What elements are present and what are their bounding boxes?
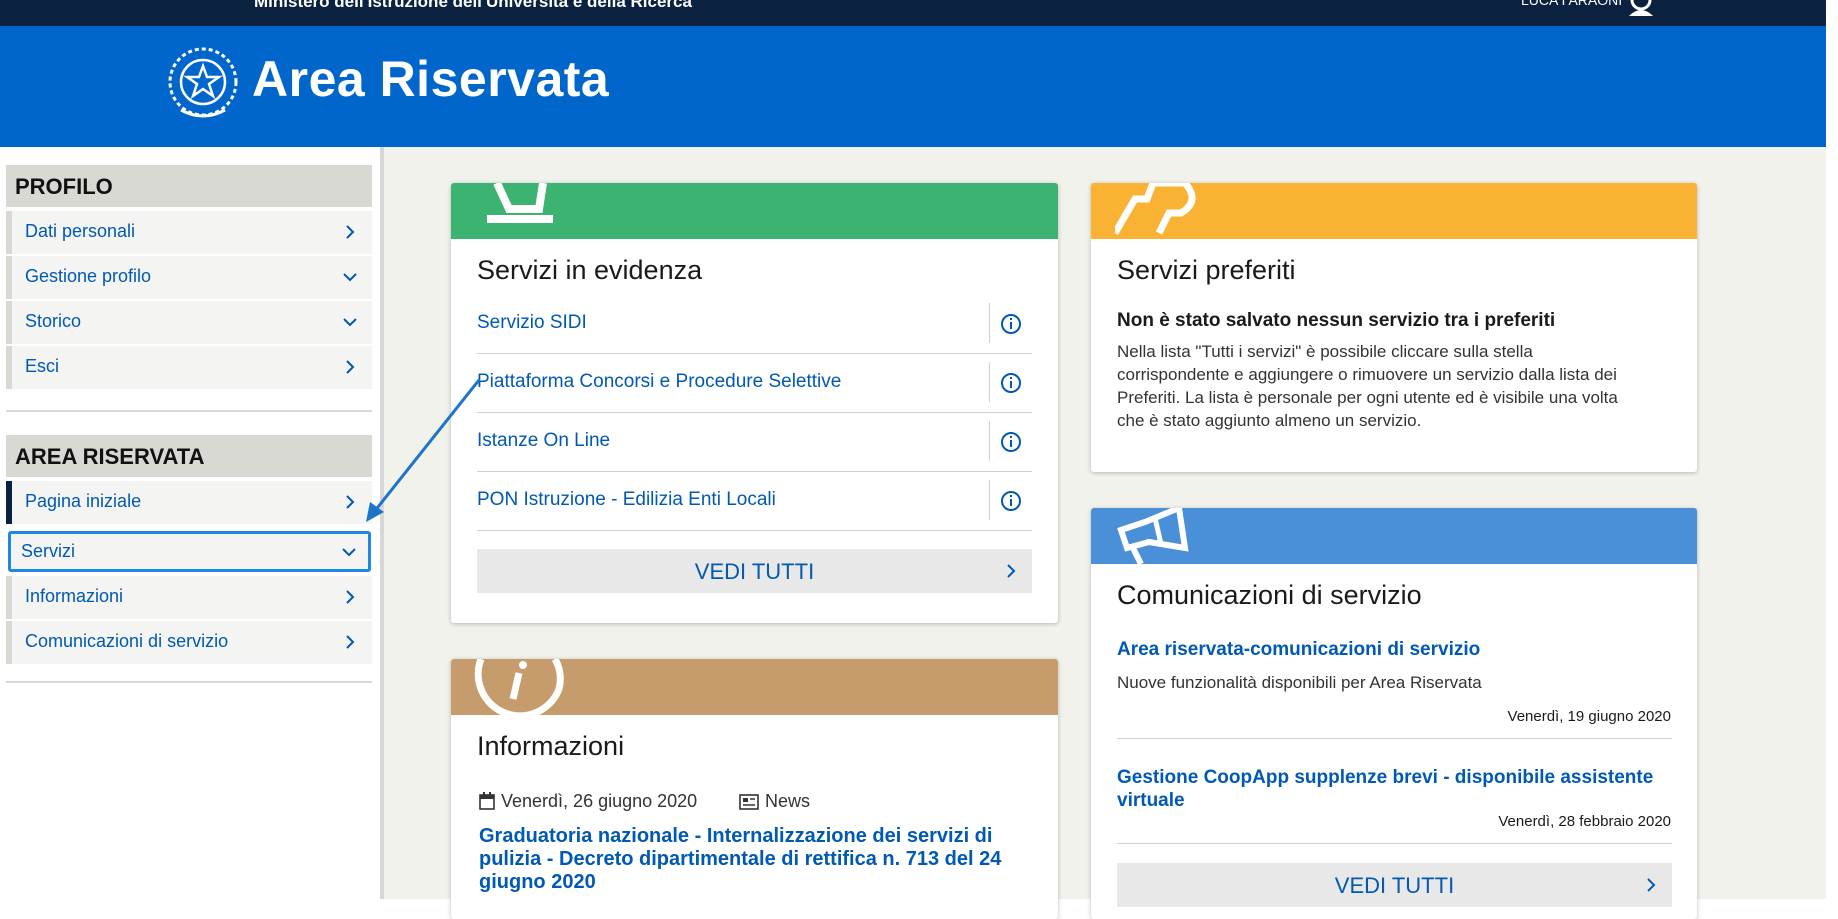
sidebar: PROFILO Dati personali Gestione profilo … (0, 147, 380, 899)
service-item-sidi[interactable]: Servizio SIDI (477, 295, 1032, 354)
news-category: News (739, 791, 810, 812)
chevron-right-icon (346, 225, 355, 239)
sidebar-item-pagina-iniziale[interactable]: Pagina iniziale (6, 481, 372, 524)
communication-divider (1117, 843, 1672, 844)
card-title: Comunicazioni di servizio (1117, 580, 1422, 610)
chevron-down-icon (342, 548, 356, 557)
separator (989, 362, 990, 402)
info-icon[interactable] (1000, 431, 1022, 453)
chevron-right-icon (1647, 878, 1656, 892)
top-bar: Ministero dell'Istruzione dell'Universit… (0, 0, 1826, 26)
calendar-icon (479, 792, 495, 810)
communication-divider (1117, 738, 1672, 739)
empty-favorites-text: Nella lista "Tutti i servizi" è possibil… (1117, 342, 1618, 430)
chevron-right-icon (346, 590, 355, 604)
communication-date: Venerdì, 28 febbraio 2020 (1498, 813, 1671, 830)
page-title: Area Riservata (252, 51, 610, 107)
newspaper-icon (739, 794, 759, 810)
card-band (451, 659, 1058, 715)
sidebar-item-informazioni[interactable]: Informazioni (6, 576, 372, 619)
card-comunicazioni-di-servizio: Comunicazioni di servizio Area riservata… (1091, 508, 1697, 919)
sidebar-divider (6, 681, 372, 683)
sidebar-item-label: Esci (25, 356, 60, 376)
card-band (1091, 508, 1697, 564)
button-label: VEDI TUTTI (694, 559, 815, 584)
sidebar-item-label: Pagina iniziale (25, 491, 142, 511)
sidebar-item-label: Storico (25, 311, 82, 331)
communication-desc: Nuove funzionalità disponibili per Area … (1117, 673, 1482, 692)
service-item-concorsi[interactable]: Piattaforma Concorsi e Procedure Seletti… (477, 354, 1032, 413)
service-item-pon[interactable]: PON Istruzione - Edilizia Enti Locali (477, 472, 1032, 531)
sidebar-heading-label: PROFILO (15, 174, 113, 199)
window-edge (1826, 0, 1838, 899)
card-band (1091, 183, 1697, 239)
news-link[interactable]: Graduatoria nazionale - Internalizzazion… (479, 825, 1039, 894)
sidebar-heading-label: AREA RISERVATA (15, 444, 205, 469)
chevron-right-icon (346, 360, 355, 374)
thumbs-up-icon (1115, 183, 1196, 235)
info-circle-icon (474, 659, 564, 715)
ministry-name: Ministero dell'Istruzione dell'Universit… (254, 0, 692, 11)
sidebar-item-comunicazioni[interactable]: Comunicazioni di servizio (6, 621, 372, 664)
card-title: Servizi preferiti (1117, 255, 1296, 285)
card-title: Servizi in evidenza (477, 255, 703, 285)
communication-link[interactable]: Area riservata-comunicazioni di servizio (1117, 638, 1667, 661)
sidebar-item-gestione-profilo[interactable]: Gestione profilo (6, 256, 372, 299)
card-servizi-in-evidenza: Servizi in evidenza Servizio SIDI Piatta… (451, 183, 1058, 623)
sidebar-item-servizi[interactable]: Servizi (8, 531, 371, 572)
news-date: Venerdì, 26 giugno 2020 (479, 791, 697, 812)
category-label: News (765, 791, 811, 811)
communication-link[interactable]: Gestione CoopApp supplenze brevi - dispo… (1117, 766, 1667, 812)
megaphone-icon (1117, 508, 1189, 564)
separator (989, 480, 990, 520)
sidebar-item-dati-personali[interactable]: Dati personali (6, 211, 372, 254)
info-icon[interactable] (1000, 372, 1022, 394)
date-label: Venerdì, 26 giugno 2020 (501, 791, 698, 811)
chevron-right-icon (346, 495, 355, 509)
sidebar-item-esci[interactable]: Esci (6, 346, 372, 389)
separator (989, 303, 990, 343)
user-name[interactable]: LUCA I ARAONI (1521, 0, 1622, 8)
empty-favorites-title: Non è stato salvato nessun servizio tra … (1117, 310, 1556, 331)
vedi-tutti-button[interactable]: VEDI TUTTI (477, 549, 1032, 593)
service-item-istanze[interactable]: Istanze On Line (477, 413, 1032, 472)
sidebar-item-label: Gestione profilo (25, 266, 152, 286)
chevron-right-icon (1007, 564, 1016, 578)
sidebar-heading-profilo: PROFILO (6, 165, 372, 207)
sidebar-item-label: Comunicazioni di servizio (25, 631, 229, 651)
sidebar-heading-area-riservata: AREA RISERVATA (6, 435, 372, 477)
info-icon[interactable] (1000, 313, 1022, 335)
italian-republic-emblem[interactable] (167, 44, 239, 122)
card-servizi-preferiti: Servizi preferiti Non è stato salvato ne… (1091, 183, 1697, 472)
bell-icon (487, 183, 553, 223)
service-link[interactable]: Servizio SIDI (477, 312, 587, 334)
sidebar-item-label: Servizi (21, 541, 76, 561)
button-label: VEDI TUTTI (1334, 873, 1455, 898)
separator (989, 421, 990, 461)
card-title: Informazioni (477, 731, 625, 761)
card-band (451, 183, 1058, 239)
vedi-tutti-button[interactable]: VEDI TUTTI (1117, 863, 1672, 907)
chevron-down-icon (343, 273, 357, 282)
sidebar-item-storico[interactable]: Storico (6, 301, 372, 344)
info-icon[interactable] (1000, 490, 1022, 512)
sidebar-divider (6, 410, 372, 412)
chevron-down-icon (343, 318, 357, 327)
chevron-right-icon (346, 635, 355, 649)
sidebar-item-label: Dati personali (25, 221, 136, 241)
service-link[interactable]: Piattaforma Concorsi e Procedure Seletti… (477, 371, 841, 393)
site-header: Area Riservata (0, 26, 1826, 147)
user-icon[interactable] (1627, 0, 1655, 16)
communication-date: Venerdì, 19 giugno 2020 (1507, 708, 1671, 725)
service-link[interactable]: PON Istruzione - Edilizia Enti Locali (477, 489, 776, 511)
sidebar-item-label: Informazioni (25, 586, 124, 606)
service-link[interactable]: Istanze On Line (477, 430, 610, 452)
